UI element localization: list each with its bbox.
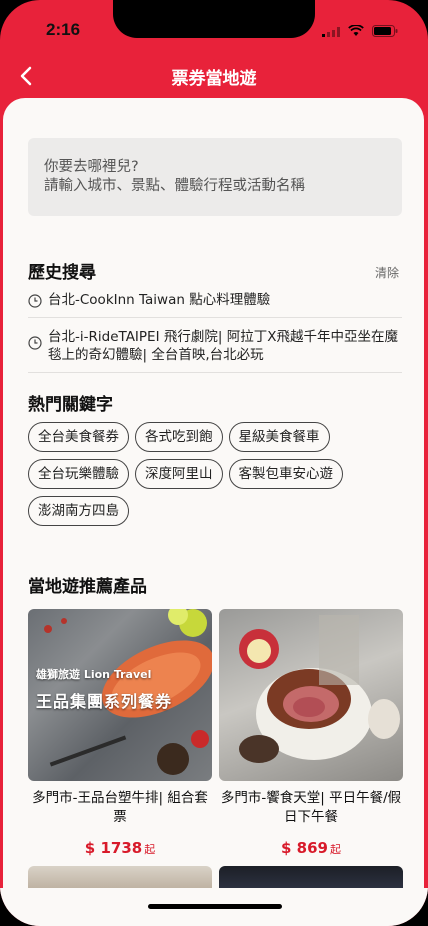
status-time: 2:16 [46, 20, 81, 39]
history-item[interactable]: 台北-i-RideTAIPEI 飛行劇院| 阿拉丁X飛越千年中亞坐在魔毯上的奇幻… [28, 318, 402, 373]
keyword-chips: 全台美食餐券 各式吃到飽 星級美食餐車 全台玩樂體驗 深度阿里山 客製包車安心遊… [28, 422, 408, 526]
home-indicator[interactable] [148, 904, 282, 909]
product-card[interactable]: 多門市-饗食天堂| 平日午餐/假日下午餐 $ 869 起 [219, 609, 403, 857]
history-section-title: 歷史搜尋 [28, 263, 96, 283]
nav-bar: 票券當地遊 [0, 50, 428, 100]
product-card-next[interactable] [28, 866, 212, 888]
keyword-chip[interactable]: 深度阿里山 [135, 459, 223, 489]
page-title: 票券當地遊 [171, 69, 257, 89]
wifi-icon [348, 22, 364, 41]
history-item[interactable]: 台北-CookInn Taiwan 點心料理體驗 [28, 284, 402, 318]
price-suffix: 起 [329, 843, 341, 856]
product-image [219, 609, 403, 781]
keyword-chip[interactable]: 客製包車安心遊 [228, 459, 343, 489]
phone-screen: 2:16 票券當地遊 你要去哪裡兒? 請輸入城市、景點、體驗行程或活動名稱 歷史… [0, 0, 428, 926]
product-name: 多門市-饗食天堂| 平日午餐/假日下午餐 [220, 790, 402, 825]
keyword-chip[interactable]: 星級美食餐車 [228, 422, 330, 452]
product-price: $ 1738 起 [28, 839, 212, 857]
product-price: $ 869 起 [219, 839, 403, 857]
search-input[interactable]: 你要去哪裡兒? 請輸入城市、景點、體驗行程或活動名稱 [28, 138, 402, 216]
search-placeholder-line2: 請輸入城市、景點、體驗行程或活動名稱 [44, 178, 305, 194]
status-icons [322, 22, 398, 41]
history-item-text: 台北-CookInn Taiwan 點心料理體驗 [48, 292, 271, 308]
product-image: 雄獅旅遊 Lion Travel 王品集團系列餐券 [28, 609, 212, 781]
clock-icon [28, 294, 42, 308]
product-card[interactable]: 雄獅旅遊 Lion Travel 王品集團系列餐券 多門市-王品台塑牛排| 組合… [28, 609, 212, 857]
keyword-chip[interactable]: 各式吃到飽 [135, 422, 223, 452]
product-card-next[interactable] [219, 866, 403, 888]
price-value: $ 1738 [84, 839, 143, 857]
search-placeholder-line1: 你要去哪裡兒? [44, 159, 139, 175]
battery-icon [372, 22, 398, 41]
notch [113, 0, 315, 38]
banner-title-text: 王品集團系列餐券 [36, 692, 173, 711]
signal-icon [322, 22, 340, 41]
keyword-chip[interactable]: 澎湖南方四島 [28, 496, 129, 526]
keyword-chip[interactable]: 全台美食餐券 [28, 422, 129, 452]
product-name: 多門市-王品台塑牛排| 組合套票 [32, 790, 208, 825]
keywords-section-title: 熱門關鍵字 [28, 395, 113, 415]
clock-icon [28, 336, 42, 350]
status-bar: 2:16 [0, 0, 428, 46]
product-banner: 雄獅旅遊 Lion Travel 王品集團系列餐券 [36, 666, 172, 712]
history-item-text: 台北-i-RideTAIPEI 飛行劇院| 阿拉丁X飛越千年中亞坐在魔毯上的奇幻… [48, 329, 398, 363]
keyword-chip[interactable]: 全台玩樂體驗 [28, 459, 129, 489]
clear-history-button[interactable]: 清除 [375, 264, 399, 281]
price-value: $ 869 [281, 839, 328, 857]
history-list: 台北-CookInn Taiwan 點心料理體驗 台北-i-RideTAIPEI… [28, 284, 402, 373]
banner-brand-text: 雄獅旅遊 Lion Travel [36, 668, 152, 681]
content-sheet: 你要去哪裡兒? 請輸入城市、景點、體驗行程或活動名稱 歷史搜尋 清除 台北-Co… [3, 98, 424, 888]
price-suffix: 起 [144, 843, 156, 856]
recommend-section-title: 當地遊推薦產品 [28, 577, 147, 597]
